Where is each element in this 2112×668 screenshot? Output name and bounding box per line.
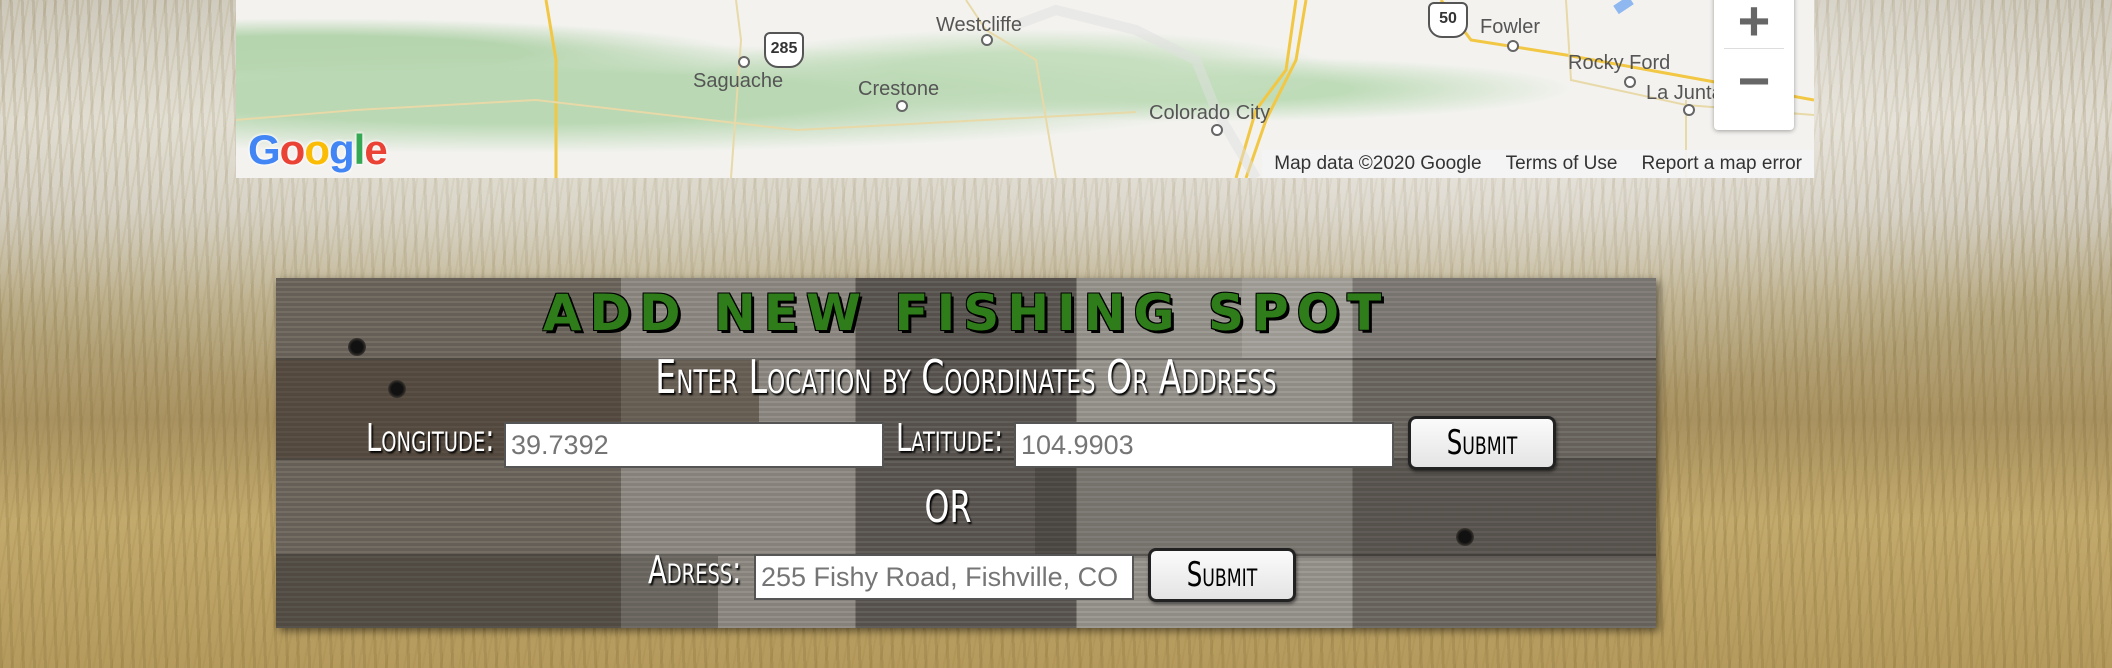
map-place-label: Fowler	[1480, 16, 1541, 38]
town-marker	[1624, 76, 1636, 88]
wood-knot	[388, 380, 406, 398]
town-marker	[738, 56, 750, 68]
route-shield-icon: 50	[1428, 2, 1468, 38]
town-marker	[1507, 40, 1519, 52]
or-separator: OR	[924, 482, 972, 533]
latitude-input[interactable]	[1014, 422, 1394, 468]
longitude-label: Longitude:	[366, 416, 495, 460]
town-marker	[896, 100, 908, 112]
address-label: Adress:	[648, 548, 742, 592]
coordinates-submit-button[interactable]: Submit	[1408, 416, 1556, 470]
map-attribution: Map data ©2020 Google Terms of Use Repor…	[1262, 150, 1814, 178]
form-subtitle: Enter Location by Coordinates Or Address	[655, 350, 1277, 404]
wood-knot	[1456, 528, 1474, 546]
add-fishing-spot-panel: ADD NEW FISHING SPOT Enter Location by C…	[276, 278, 1656, 628]
map-place-label: Westcliffe	[936, 14, 1022, 36]
map-place-label: Colorado City	[1149, 102, 1271, 124]
route-shield-icon: 285	[764, 32, 804, 68]
submit-button-label: Submit	[1446, 423, 1518, 463]
map-zoom-control: + −	[1714, 0, 1794, 130]
town-marker	[1211, 124, 1223, 136]
report-map-error-link[interactable]: Report a map error	[1629, 150, 1814, 178]
google-logo: Google	[248, 126, 388, 173]
map-place-label: La Junta	[1646, 82, 1723, 104]
zoom-in-button[interactable]: +	[1714, 0, 1794, 52]
map-place-label: Rocky Ford	[1568, 52, 1671, 74]
terms-of-use-link[interactable]: Terms of Use	[1494, 150, 1630, 178]
address-submit-button[interactable]: Submit	[1148, 548, 1296, 602]
submit-button-label: Submit	[1186, 555, 1258, 595]
map-data-credit: Map data ©2020 Google	[1274, 153, 1482, 174]
longitude-input[interactable]	[504, 422, 884, 468]
latitude-label: Latitude:	[896, 416, 1004, 460]
map-place-label: Crestone	[858, 78, 940, 100]
town-marker	[1683, 104, 1695, 116]
map-place-label: Saguache	[693, 70, 784, 92]
zoom-out-button[interactable]: −	[1714, 49, 1794, 112]
form-title: ADD NEW FISHING SPOT	[542, 284, 1390, 342]
address-input[interactable]	[754, 554, 1134, 600]
google-map[interactable]: Westcliffe Saguache Crestone Colorado Ci…	[236, 0, 1814, 178]
